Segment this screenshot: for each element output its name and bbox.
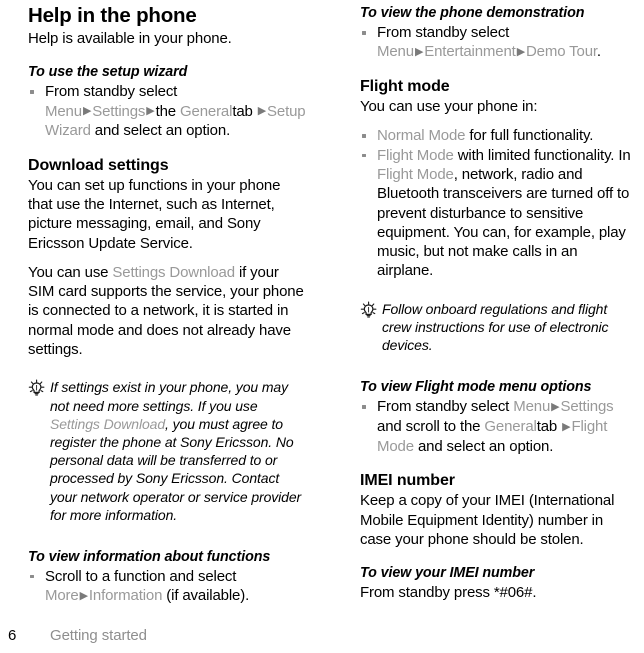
lightbulb-tip-icon <box>27 379 47 399</box>
manual-page: Help in the phone Help is available in y… <box>0 0 644 653</box>
ui-path-settings: Settings <box>560 398 614 416</box>
left-column: Help in the phone Help is available in y… <box>0 0 322 653</box>
ui-path-entertainment: Entertainment <box>424 43 516 61</box>
flight-mode-list: Normal Mode for full functionality. Flig… <box>360 126 636 280</box>
page-title: Help in the phone <box>28 4 197 27</box>
step-text: and select an option. <box>413 437 554 455</box>
note-text: If settings exist in your phone, you may… <box>50 379 289 414</box>
procedure-list-view-information: Scroll to a function and select More▶Inf… <box>28 567 306 606</box>
step-text: tab <box>536 418 562 436</box>
step-text: (if available). <box>162 587 250 605</box>
ui-path-flight-mode: Flight Mode <box>377 165 454 183</box>
list-item: From standby select Menu▶Entertainment▶D… <box>360 23 636 62</box>
imei-procedure-text: From standby press *#06#. <box>360 584 537 602</box>
procedure-heading-view-information: To view information about functions <box>28 548 271 565</box>
ui-path-general: General <box>484 418 537 436</box>
page-footer: 6 Getting started <box>0 620 644 644</box>
ui-path-settings: Settings <box>92 102 146 120</box>
ui-path-menu: Menu <box>45 102 82 120</box>
step-text: From standby select <box>45 83 178 101</box>
intro-paragraph: Help is available in your phone. <box>28 30 232 47</box>
procedure-list-setup-wizard: From standby select Menu▶Settings▶the Ge… <box>28 82 306 140</box>
arrow-icon: ▶ <box>82 105 92 118</box>
section-paragraph-2: You can use Settings Download if your SI… <box>28 263 306 359</box>
step-text: and select an option. <box>90 122 231 140</box>
footer-section-label: Getting started <box>50 627 147 644</box>
arrow-icon: ▶ <box>551 400 560 413</box>
ui-path-general: General <box>179 102 233 120</box>
ui-path-menu: Menu <box>377 43 414 61</box>
tip-note-onboard-regulations: Follow onboard regulations and flight cr… <box>360 300 636 355</box>
procedure-heading-setup-wizard: To use the setup wizard <box>28 64 188 81</box>
ui-path-flight-mode: Flight Mode <box>377 146 454 164</box>
section-heading-flight-mode: Flight mode <box>360 78 450 96</box>
two-column-layout: Help in the phone Help is available in y… <box>0 0 644 653</box>
imei-paragraph: Keep a copy of your IMEI (International … <box>360 492 615 548</box>
paragraph-text: You can use <box>28 263 113 281</box>
procedure-list-flight-mode-menu: From standby select Menu▶Settings and sc… <box>360 397 636 456</box>
procedure-heading-phone-demonstration: To view the phone demonstration <box>360 5 585 21</box>
list-item: From standby select Menu▶Settings and sc… <box>360 397 636 456</box>
page-number: 6 <box>8 627 17 644</box>
lightbulb-tip-icon <box>359 301 379 321</box>
note-text: Follow onboard regulations and flight cr… <box>382 300 609 354</box>
list-item: Scroll to a function and select More▶Inf… <box>28 567 306 606</box>
ui-path-menu: Menu <box>513 398 551 416</box>
flight-mode-intro: You can use your phone in: <box>360 98 538 116</box>
step-text: From standby select <box>377 24 510 41</box>
step-text: tab <box>232 102 257 120</box>
list-item: Normal Mode for full functionality. <box>360 126 636 145</box>
arrow-icon: ▶ <box>516 45 525 58</box>
step-text: , network, radio and Bluetooth transceiv… <box>377 165 630 280</box>
ui-path-settings-download: Settings Download <box>112 263 235 281</box>
step-text: Scroll to a function and select <box>45 567 237 585</box>
step-text: . <box>596 43 601 61</box>
procedure-list-phone-demonstration: From standby select Menu▶Entertainment▶D… <box>360 23 636 62</box>
step-text: the <box>155 102 180 120</box>
arrow-icon: ▶ <box>414 45 424 58</box>
ui-path-settings-download: Settings Download <box>50 415 166 432</box>
list-item: Flight Mode with limited functionality. … <box>360 146 636 281</box>
step-text: for full functionality. <box>465 127 594 145</box>
section-heading-imei-number: IMEI number <box>360 472 455 490</box>
arrow-icon: ▶ <box>79 589 88 602</box>
ui-path-normal-mode: Normal Mode <box>377 127 466 145</box>
section-paragraph-1: You can set up functions in your phone t… <box>28 176 281 252</box>
ui-path-more: More <box>45 587 79 605</box>
step-text: with limited functionality. In <box>453 146 631 164</box>
procedure-heading-view-imei: To view your IMEI number <box>360 565 535 582</box>
list-item: From standby select Menu▶Settings▶the Ge… <box>28 82 306 140</box>
section-heading-download-settings: Download settings <box>28 156 169 174</box>
tip-note-settings: If settings exist in your phone, you may… <box>28 378 306 524</box>
arrow-icon: ▶ <box>562 420 571 433</box>
arrow-icon: ▶ <box>257 105 267 118</box>
arrow-icon: ▶ <box>146 105 155 118</box>
step-text: and scroll to the <box>377 418 485 436</box>
procedure-heading-flight-mode-menu: To view Flight mode menu options <box>360 379 592 396</box>
ui-path-demo-tour: Demo Tour <box>526 43 597 61</box>
ui-path-information: Information <box>88 587 163 605</box>
step-text: From standby select <box>377 398 514 416</box>
right-column: To view the phone demonstration From sta… <box>322 0 644 653</box>
